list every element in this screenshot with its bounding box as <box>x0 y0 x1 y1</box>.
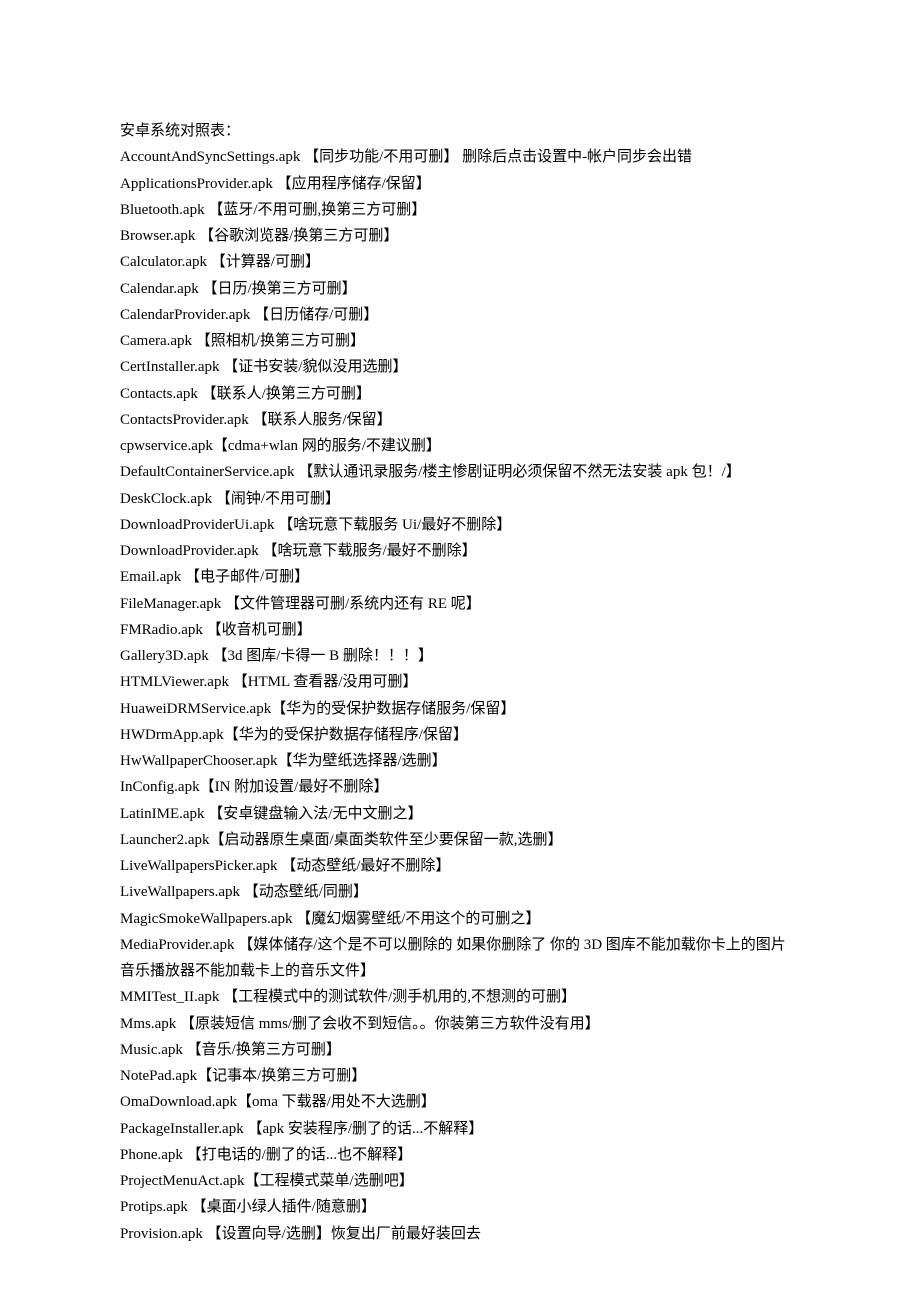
apk-entry-line: Calculator.apk 【计算器/可删】 <box>120 249 800 275</box>
apk-entry-line: ApplicationsProvider.apk 【应用程序储存/保留】 <box>120 171 800 197</box>
apk-entry-line: LiveWallpapers.apk 【动态壁纸/同删】 <box>120 879 800 905</box>
apk-entry-line: Gallery3D.apk 【3d 图库/卡得一 B 删除！！！】 <box>120 643 800 669</box>
apk-entry-line: HwWallpaperChooser.apk【华为壁纸选择器/选删】 <box>120 748 800 774</box>
apk-entry-line: MagicSmokeWallpapers.apk 【魔幻烟雾壁纸/不用这个的可删… <box>120 906 800 932</box>
apk-entry-line: Provision.apk 【设置向导/选删】恢复出厂前最好装回去 <box>120 1221 800 1247</box>
apk-entry-line: Camera.apk 【照相机/换第三方可删】 <box>120 328 800 354</box>
apk-entry-line: Launcher2.apk【启动器原生桌面/桌面类软件至少要保留一款,选删】 <box>120 827 800 853</box>
document-page: 安卓系统对照表： AccountAndSyncSettings.apk 【同步功… <box>0 0 920 1307</box>
apk-entry-line: LatinIME.apk 【安卓键盘输入法/无中文删之】 <box>120 801 800 827</box>
apk-entry-line: HuaweiDRMService.apk【华为的受保护数据存储服务/保留】 <box>120 696 800 722</box>
apk-entry-line: Mms.apk 【原装短信 mms/删了会收不到短信。。你装第三方软件没有用】 <box>120 1011 800 1037</box>
apk-entry-line: HWDrmApp.apk【华为的受保护数据存储程序/保留】 <box>120 722 800 748</box>
apk-entry-line: OmaDownload.apk【oma 下载器/用处不大选删】 <box>120 1089 800 1115</box>
apk-entry-line: CalendarProvider.apk 【日历储存/可删】 <box>120 302 800 328</box>
apk-entry-line: MediaProvider.apk 【媒体储存/这个是不可以删除的 如果你删除了… <box>120 932 800 985</box>
apk-entry-line: FileManager.apk 【文件管理器可删/系统内还有 RE 呢】 <box>120 591 800 617</box>
apk-entry-line: PackageInstaller.apk 【apk 安装程序/删了的话...不解… <box>120 1116 800 1142</box>
apk-entry-line: MMITest_II.apk 【工程模式中的测试软件/测手机用的,不想测的可删】 <box>120 984 800 1010</box>
apk-entry-line: Bluetooth.apk 【蓝牙/不用可删,换第三方可删】 <box>120 197 800 223</box>
apk-entry-line: Protips.apk 【桌面小绿人插件/随意删】 <box>120 1194 800 1220</box>
apk-entry-line: Calendar.apk 【日历/换第三方可删】 <box>120 276 800 302</box>
apk-entry-line: Contacts.apk 【联系人/换第三方可删】 <box>120 381 800 407</box>
apk-entry-line: HTMLViewer.apk 【HTML 查看器/没用可删】 <box>120 669 800 695</box>
apk-entry-line: CertInstaller.apk 【证书安装/貌似没用选删】 <box>120 354 800 380</box>
apk-entry-line: cpwservice.apk【cdma+wlan 网的服务/不建议删】 <box>120 433 800 459</box>
apk-entry-line: ProjectMenuAct.apk【工程模式菜单/选删吧】 <box>120 1168 800 1194</box>
apk-entry-line: Phone.apk 【打电话的/删了的话...也不解释】 <box>120 1142 800 1168</box>
apk-entry-line: Browser.apk 【谷歌浏览器/换第三方可删】 <box>120 223 800 249</box>
apk-entry-line: DefaultContainerService.apk 【默认通讯录服务/楼主惨… <box>120 459 800 485</box>
lines-container: AccountAndSyncSettings.apk 【同步功能/不用可删】 删… <box>120 144 800 1247</box>
apk-entry-line: AccountAndSyncSettings.apk 【同步功能/不用可删】 删… <box>120 144 800 170</box>
apk-entry-line: ContactsProvider.apk 【联系人服务/保留】 <box>120 407 800 433</box>
apk-entry-line: DownloadProviderUi.apk 【啥玩意下载服务 Ui/最好不删除… <box>120 512 800 538</box>
apk-entry-line: LiveWallpapersPicker.apk 【动态壁纸/最好不删除】 <box>120 853 800 879</box>
page-title: 安卓系统对照表： <box>120 118 800 144</box>
apk-entry-line: Email.apk 【电子邮件/可删】 <box>120 564 800 590</box>
apk-entry-line: NotePad.apk【记事本/换第三方可删】 <box>120 1063 800 1089</box>
apk-entry-line: DeskClock.apk 【闹钟/不用可删】 <box>120 486 800 512</box>
apk-entry-line: DownloadProvider.apk 【啥玩意下载服务/最好不删除】 <box>120 538 800 564</box>
apk-entry-line: Music.apk 【音乐/换第三方可删】 <box>120 1037 800 1063</box>
apk-entry-line: InConfig.apk【IN 附加设置/最好不删除】 <box>120 774 800 800</box>
apk-entry-line: FMRadio.apk 【收音机可删】 <box>120 617 800 643</box>
